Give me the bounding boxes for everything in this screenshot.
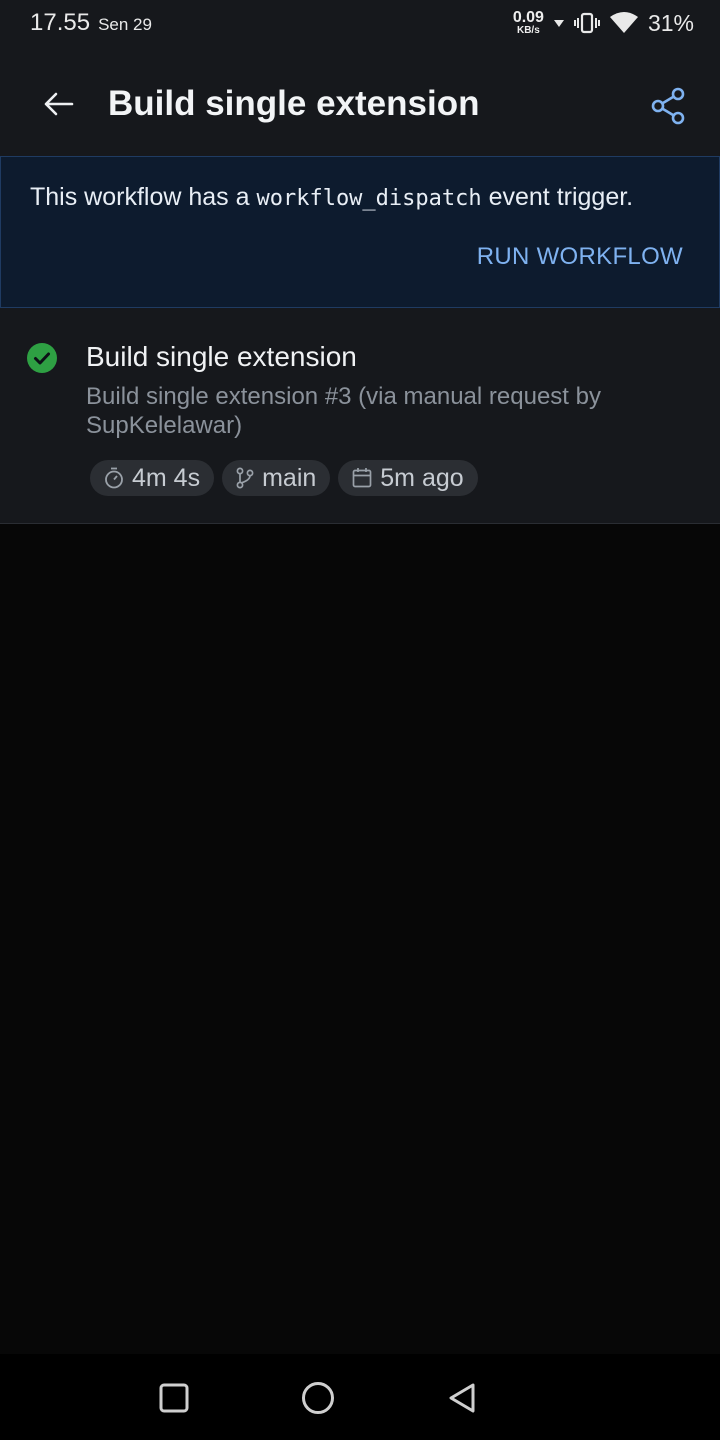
date: Sen 29 [98, 15, 152, 34]
time-ago-label: 5m ago [380, 463, 464, 492]
stopwatch-icon [105, 467, 123, 489]
clock: 17.55 [30, 9, 91, 36]
workflow-dispatch-banner: This workflow has a workflow_dispatch ev… [0, 156, 720, 308]
calendar-icon [352, 468, 372, 488]
banner-text-after: event trigger. [481, 183, 634, 211]
run-description: Build single extension #3 (via manual re… [86, 383, 601, 439]
duration-chip: 4m 4s [90, 460, 215, 496]
check-circle-icon [27, 343, 57, 373]
data-arrow-icon [553, 18, 564, 28]
share-button[interactable] [646, 84, 690, 128]
status-left: 17.55 Sen 29 [30, 9, 152, 37]
time-chip: 5m ago [338, 460, 478, 496]
arrow-left-icon [44, 92, 74, 116]
back-nav-button[interactable] [440, 1376, 484, 1420]
run-workflow-button[interactable]: RUN WORKFLOW [477, 243, 683, 271]
battery-level: 31% [647, 9, 694, 36]
network-speed-unit: KB/s [516, 25, 540, 36]
branch-label: main [262, 463, 317, 492]
circle-icon [302, 1382, 334, 1414]
vibrate-icon [573, 12, 600, 34]
triangle-back-icon [449, 1383, 475, 1413]
run-meta-chips: 4m 4s main 5m ago [90, 460, 478, 496]
app-bar: Build single extension [0, 46, 720, 156]
home-button[interactable] [296, 1376, 340, 1420]
recents-button[interactable] [152, 1376, 196, 1420]
wifi-icon [609, 12, 638, 34]
status-right: 0.09 KB/s 31% [513, 10, 694, 37]
duration-label: 4m 4s [132, 463, 201, 492]
workflow-run-item[interactable]: Build single extension Build single exte… [0, 308, 720, 524]
status-bar: 17.55 Sen 29 0.09 KB/s 31% [0, 0, 720, 46]
run-title: Build single extension [86, 341, 357, 372]
git-branch-icon [236, 467, 254, 489]
banner-text-before: This workflow has a [30, 183, 257, 211]
square-icon [159, 1383, 189, 1413]
system-nav-bar [0, 1354, 720, 1440]
banner-message: This workflow has a workflow_dispatch ev… [30, 183, 633, 212]
network-speed: 0.09 KB/s [513, 10, 544, 36]
page-title: Build single extension [108, 84, 480, 123]
back-button[interactable] [38, 84, 78, 124]
share-icon [651, 87, 685, 125]
network-speed-value: 0.09 [512, 9, 544, 26]
banner-code: workflow_dispatch [256, 186, 482, 211]
branch-chip: main [222, 460, 331, 496]
